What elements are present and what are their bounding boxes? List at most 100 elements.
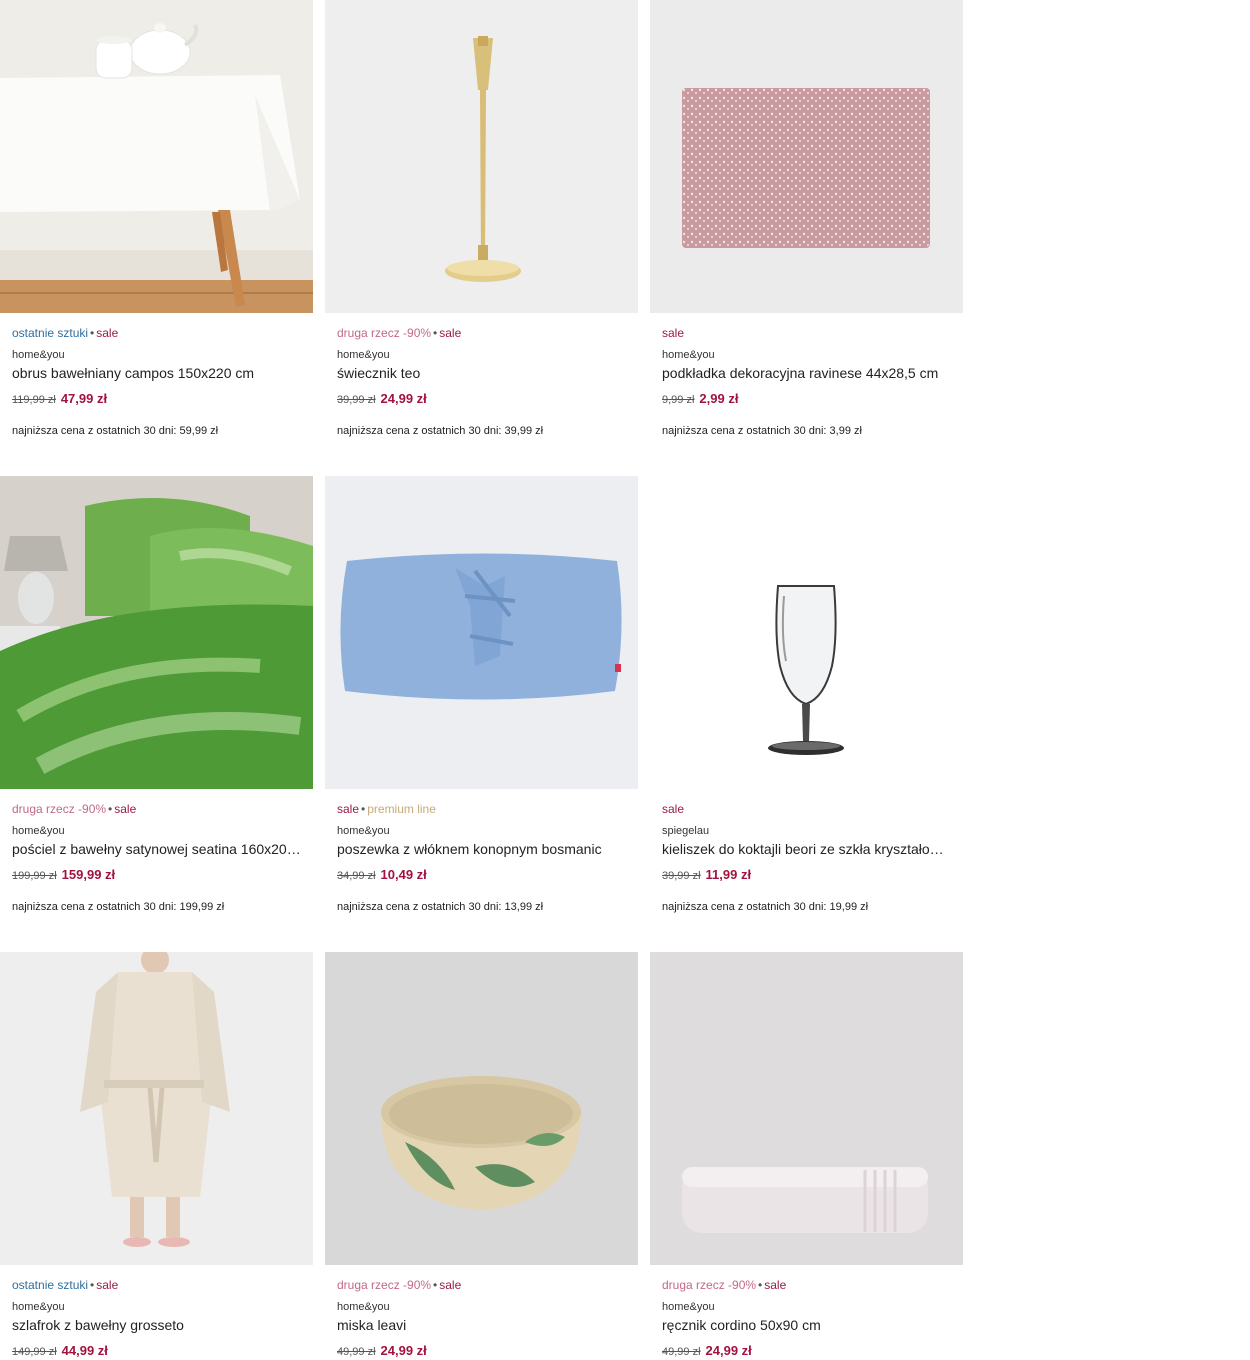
sale-price: 24,99 zł [380,1343,427,1358]
lowest-price-note: najniższa cena z ostatnich 30 dni: 13,99… [337,901,544,913]
product-tags: ostatnie sztuki • sale [12,1278,301,1292]
product-prices: 199,99 zł 159,99 zł [12,867,301,883]
tag-sale[interactable]: sale [662,326,684,340]
sale-price: 44,99 zł [61,1343,108,1358]
product-prices: 9,99 zł 2,99 zł [662,391,951,407]
product-title[interactable]: poszewka z włóknem konopnym bosmanic [337,841,626,858]
tag-second-item-promo[interactable]: druga rzecz -90% [12,802,106,816]
tag-separator: • [90,1278,95,1292]
old-price: 199,99 zł [12,870,57,882]
tag-separator: • [361,802,366,816]
old-price: 9,99 zł [662,394,695,406]
product-brand: home&you [12,825,65,837]
product-card[interactable]: druga rzecz -90% • sale home&you ręcznik c… [650,952,963,1358]
product-card[interactable]: sale • premium line home&you poszewka z wł… [325,476,638,952]
tag-premium-line[interactable]: premium line [367,802,436,816]
tag-sale[interactable]: sale [439,1278,461,1292]
sale-price: 11,99 zł [705,867,752,882]
lowest-price-note: najniższa cena z ostatnich 30 dni: 59,99… [12,425,219,437]
product-brand: home&you [662,1301,715,1313]
product-image-placemat[interactable] [650,0,963,313]
product-image-bathrobe[interactable] [0,952,313,1265]
sale-price: 24,99 zł [705,1343,752,1358]
tag-separator: • [433,1278,438,1292]
sale-price: 47,99 zł [60,391,108,406]
product-card[interactable]: sale home&you podkładka dekoracyjna ravi… [650,0,963,476]
product-brand: home&you [662,349,715,361]
product-title[interactable]: obrus bawełniany campos 150x220 cm [12,365,301,382]
product-card[interactable]: druga rzecz -90% • sale home&you miska lea… [325,952,638,1358]
tag-separator: • [90,326,95,340]
product-title[interactable]: pościel z bawełny satynowej seatina 160x… [12,841,301,858]
sale-price: 159,99 zł [61,867,116,882]
product-title[interactable]: ręcznik cordino 50x90 cm [662,1317,951,1334]
tag-sale[interactable]: sale [764,1278,786,1292]
product-prices: 49,99 zł 24,99 zł [662,1343,951,1359]
product-image-bedding[interactable] [0,476,313,789]
old-price: 149,99 zł [12,1346,57,1358]
product-prices: 34,99 zł 10,49 zł [337,867,626,883]
old-price: 34,99 zł [337,870,376,882]
product-card[interactable]: sale spiegelau kieliszek do koktajli beo… [650,476,963,952]
sale-price: 24,99 zł [380,391,427,406]
product-tags: druga rzecz -90% • sale [662,1278,951,1292]
product-brand: spiegelau [662,825,710,837]
tag-sale[interactable]: sale [96,1278,118,1292]
tag-separator: • [433,326,438,340]
product-card[interactable]: druga rzecz -90% • sale home&you pościel z… [0,476,313,952]
product-image-bowl[interactable] [325,952,638,1265]
tag-sale[interactable]: sale [337,802,359,816]
lowest-price-note: najniższa cena z ostatnich 30 dni: 19,99… [662,901,869,913]
old-price: 49,99 zł [337,1346,376,1358]
sale-price: 2,99 zł [699,391,739,406]
product-brand: home&you [12,1301,65,1313]
tag-second-item-promo[interactable]: druga rzecz -90% [337,1278,431,1292]
product-prices: 49,99 zł 24,99 zł [337,1343,626,1359]
tag-second-item-promo[interactable]: druga rzecz -90% [662,1278,756,1292]
product-tags: sale • premium line [337,802,626,816]
product-brand: home&you [12,349,65,361]
lowest-price-note: najniższa cena z ostatnich 30 dni: 39,99… [337,425,544,437]
product-card[interactable]: ostatnie sztuki • sale home&you obrus bawe… [0,0,313,476]
tag-sale[interactable]: sale [662,802,684,816]
product-prices: 39,99 zł 24,99 zł [337,391,626,407]
product-tags: druga rzecz -90% • sale [337,326,626,340]
product-title[interactable]: miska leavi [337,1317,626,1334]
product-tags: sale [662,802,951,816]
tag-second-item-promo[interactable]: druga rzecz -90% [337,326,431,340]
product-grid: ostatnie sztuki • sale home&you obrus bawe… [0,0,963,1358]
product-title[interactable]: kieliszek do koktajli beori ze szkła kry… [662,841,951,858]
product-brand: home&you [337,1301,390,1313]
product-prices: 119,99 zł 47,99 zł [12,391,301,407]
product-title[interactable]: szlafrok z bawełny grosseto [12,1317,301,1334]
lowest-price-note: najniższa cena z ostatnich 30 dni: 199,9… [12,901,225,913]
product-brand: home&you [337,825,390,837]
product-prices: 149,99 zł 44,99 zł [12,1343,301,1359]
product-image-towel[interactable] [650,952,963,1265]
product-tags: ostatnie sztuki • sale [12,326,301,340]
product-card[interactable]: ostatnie sztuki • sale home&you szlafrok z… [0,952,313,1358]
product-title[interactable]: podkładka dekoracyjna ravinese 44x28,5 c… [662,365,951,382]
product-image-pillowcase[interactable] [325,476,638,789]
tag-separator: • [108,802,113,816]
tag-last-items[interactable]: ostatnie sztuki [12,326,88,340]
product-brand: home&you [337,349,390,361]
old-price: 39,99 zł [662,870,701,882]
sale-price: 10,49 zł [380,867,427,882]
product-tags: druga rzecz -90% • sale [337,1278,626,1292]
tag-separator: • [758,1278,763,1292]
tag-sale[interactable]: sale [96,326,118,340]
old-price: 39,99 zł [337,394,376,406]
old-price: 119,99 zł [12,394,56,406]
product-image-candlestick[interactable] [325,0,638,313]
lowest-price-note: najniższa cena z ostatnich 30 dni: 3,99 … [662,425,862,437]
product-prices: 39,99 zł 11,99 zł [662,867,951,883]
product-image-glass[interactable] [650,476,963,789]
product-tags: druga rzecz -90% • sale [12,802,301,816]
product-image-tablecloth[interactable] [0,0,313,313]
tag-last-items[interactable]: ostatnie sztuki [12,1278,88,1292]
tag-sale[interactable]: sale [439,326,461,340]
product-card[interactable]: druga rzecz -90% • sale home&you świecznik… [325,0,638,476]
product-title[interactable]: świecznik teo [337,365,626,382]
tag-sale[interactable]: sale [114,802,136,816]
